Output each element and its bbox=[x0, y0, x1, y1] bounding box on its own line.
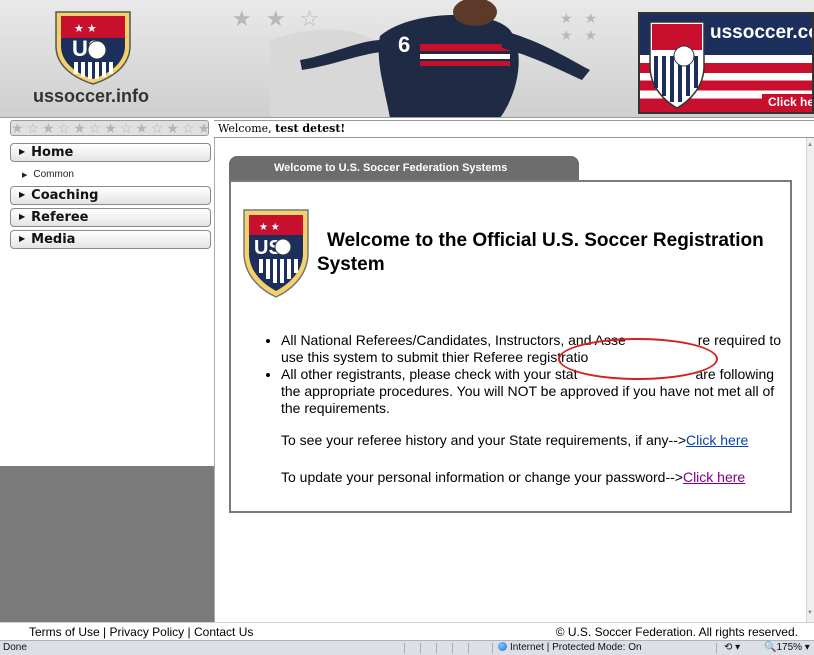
referee-history-link[interactable]: Click here bbox=[686, 432, 748, 448]
tools-dropdown-icon[interactable]: ⟲ ▾ bbox=[724, 641, 740, 655]
list-item: All other registrants, please check with… bbox=[281, 366, 787, 417]
svg-text:★ ★: ★ ★ bbox=[259, 222, 280, 233]
ad-crest-icon bbox=[649, 21, 705, 109]
highlight-oval-annotation bbox=[558, 338, 718, 380]
update-text: To update your personal information or c… bbox=[281, 469, 683, 485]
welcome-user-name: test detest! bbox=[275, 122, 346, 135]
sidebar-item-label: Media bbox=[31, 232, 76, 247]
svg-text:6: 6 bbox=[398, 32, 410, 57]
history-line: To see your referee history and your Sta… bbox=[281, 432, 748, 448]
decorative-star-strip: ★☆★☆★☆★☆★☆★☆★☆ bbox=[10, 120, 209, 136]
zoom-level-control[interactable]: 🔍175% ▾ bbox=[764, 641, 810, 655]
welcome-panel: ★ ★ US Welcome to the Official U.S. Socc… bbox=[229, 180, 792, 513]
welcome-prefix: Welcome, bbox=[218, 122, 272, 135]
sidebar-subitem-common[interactable]: ▶ Common bbox=[22, 169, 74, 180]
footer-separator: | bbox=[103, 625, 107, 639]
svg-text:★ ★: ★ ★ bbox=[74, 23, 97, 35]
security-zone[interactable]: Internet | Protected Mode: On bbox=[498, 641, 642, 655]
ad-click-here-button[interactable]: Click he bbox=[762, 94, 812, 110]
update-line: To update your personal information or c… bbox=[281, 469, 745, 485]
sidebar-item-label: Referee bbox=[31, 210, 89, 225]
caret-right-icon: ▶ bbox=[19, 147, 26, 156]
instruction-list: All National Referees/Candidates, Instru… bbox=[257, 332, 787, 417]
footer-separator: | bbox=[187, 625, 191, 639]
footer-links: Terms of Use | Privacy Policy | Contact … bbox=[29, 623, 253, 641]
copyright-notice: © U.S. Soccer Federation. All rights res… bbox=[555, 625, 798, 639]
page-title: Welcome to the Official U.S. Soccer Regi… bbox=[317, 230, 764, 275]
sidebar-subitem-label: Common bbox=[33, 169, 74, 180]
status-divider bbox=[492, 643, 493, 654]
site-label[interactable]: ussoccer.info bbox=[33, 86, 149, 107]
header-banner: ★ ★ ☆ ★ ★ ★ ★ ★ ★ US ussoccer.info 6 usso… bbox=[0, 0, 814, 118]
sidebar-filler bbox=[0, 466, 214, 622]
soccer-player-image: 6 bbox=[270, 0, 590, 117]
caret-right-icon: ▶ bbox=[19, 234, 26, 243]
scroll-up-icon[interactable]: ▲ bbox=[807, 142, 813, 148]
ad-title: ussoccer.co bbox=[710, 22, 814, 43]
footer: Terms of Use | Privacy Policy | Contact … bbox=[0, 622, 814, 640]
browser-status-bar: Done Internet | Protected Mode: On ⟲ ▾ 🔍… bbox=[0, 640, 814, 655]
status-divider bbox=[404, 643, 405, 654]
update-profile-link[interactable]: Click here bbox=[683, 469, 745, 485]
welcome-bar: Welcome, test detest! bbox=[214, 120, 814, 138]
status-text: Done bbox=[3, 642, 27, 653]
panel-tab-title: Welcome to U.S. Soccer Federation System… bbox=[229, 156, 579, 181]
sidebar-item-home[interactable]: ▶ Home bbox=[10, 143, 211, 162]
sidebar-item-referee[interactable]: ▶ Referee bbox=[10, 208, 211, 227]
us-soccer-crest-icon: ★ ★ US bbox=[243, 209, 309, 298]
globe-icon bbox=[498, 642, 507, 651]
sidebar-item-coaching[interactable]: ▶ Coaching bbox=[10, 186, 211, 205]
status-divider bbox=[716, 643, 717, 654]
zone-label: Internet | Protected Mode: On bbox=[510, 642, 642, 653]
ussoccer-com-ad[interactable]: ussoccer.co Click he bbox=[638, 12, 814, 114]
terms-of-use-link[interactable]: Terms of Use bbox=[29, 625, 100, 639]
caret-right-icon: ▶ bbox=[19, 190, 26, 199]
sidebar-item-label: Coaching bbox=[31, 188, 99, 203]
zoom-level: 175% bbox=[776, 642, 803, 653]
contact-us-link[interactable]: Contact Us bbox=[194, 625, 253, 639]
privacy-policy-link[interactable]: Privacy Policy bbox=[110, 625, 185, 639]
status-divider bbox=[436, 643, 437, 654]
sidebar-item-media[interactable]: ▶ Media bbox=[10, 230, 211, 249]
scroll-down-icon[interactable]: ▼ bbox=[807, 610, 813, 616]
status-divider bbox=[452, 643, 453, 654]
status-divider bbox=[420, 643, 421, 654]
history-text: To see your referee history and your Sta… bbox=[281, 432, 687, 448]
us-soccer-crest-logo[interactable]: ★ ★ US bbox=[52, 8, 134, 86]
status-divider bbox=[468, 643, 469, 654]
caret-right-icon: ▶ bbox=[22, 172, 28, 179]
bullet-text-start: All other registrants, please check with… bbox=[281, 366, 578, 382]
sidebar-item-label: Home bbox=[31, 145, 74, 160]
vertical-scrollbar[interactable]: ▲ ▼ bbox=[806, 138, 814, 622]
caret-right-icon: ▶ bbox=[19, 212, 26, 221]
